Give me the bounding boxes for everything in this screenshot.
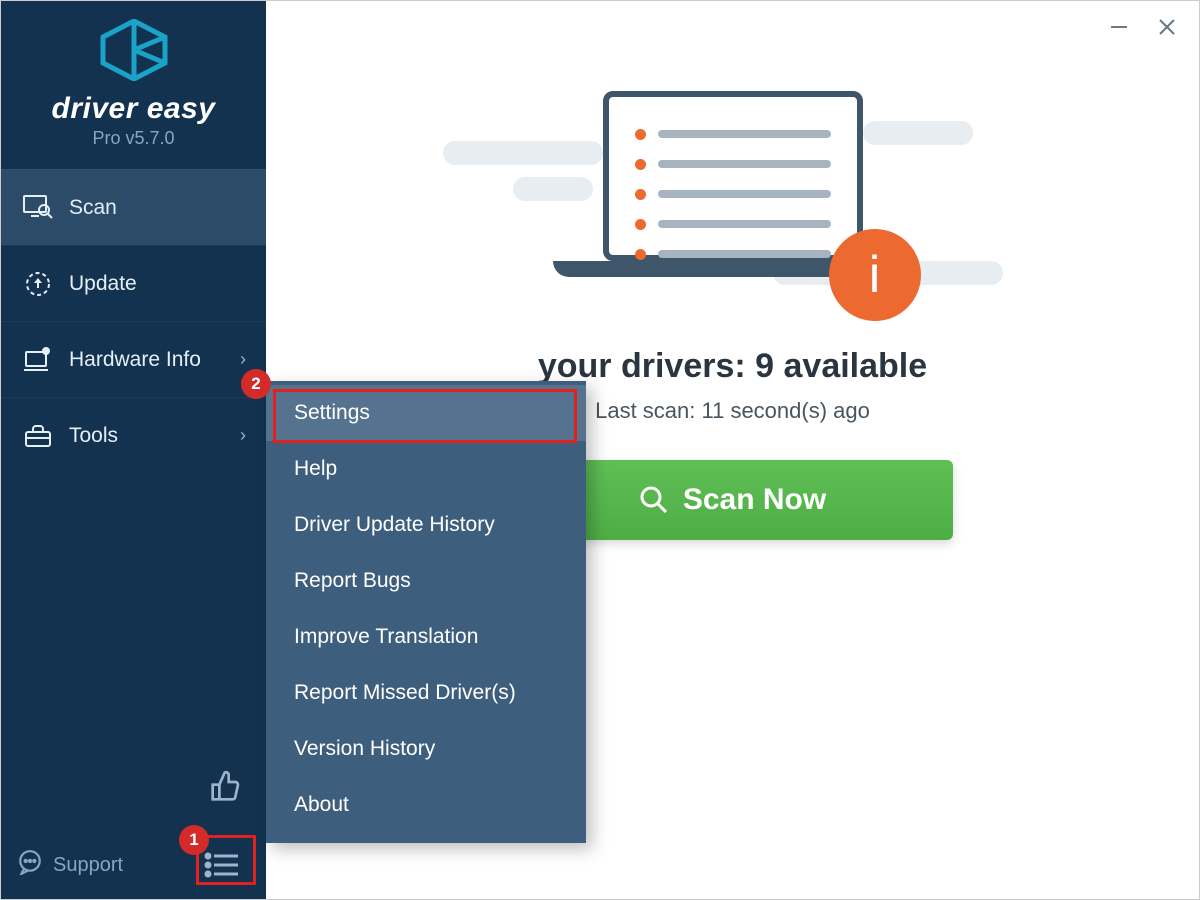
support-link[interactable]: Support <box>17 849 123 881</box>
chat-icon <box>17 849 43 881</box>
chevron-right-icon: › <box>240 425 246 446</box>
brand-name: driver easy <box>1 92 266 126</box>
chevron-right-icon: › <box>240 349 246 370</box>
menu-item-about[interactable]: About <box>266 777 586 833</box>
app-window: driver easy Pro v5.7.0 Scan <box>0 0 1200 900</box>
support-label: Support <box>53 854 123 877</box>
menu-item-version-history[interactable]: Version History <box>266 721 586 777</box>
sidebar-item-label: Hardware Info <box>69 348 201 372</box>
sidebar-item-scan[interactable]: Scan <box>1 169 266 245</box>
sidebar-item-label: Scan <box>69 196 117 220</box>
more-menu-popup: Settings Help Driver Update History Repo… <box>266 381 586 843</box>
info-badge-icon: i <box>829 229 921 321</box>
sidebar-item-update[interactable]: Update <box>1 245 266 321</box>
hero-illustration: i <box>553 91 913 311</box>
hardware-info-icon: i <box>21 347 55 373</box>
window-controls <box>1109 17 1177 43</box>
menu-item-improve-translation[interactable]: Improve Translation <box>266 609 586 665</box>
sidebar-item-hardware[interactable]: i Hardware Info › <box>1 321 266 397</box>
nav: Scan Update i <box>1 169 266 473</box>
sidebar-item-label: Tools <box>69 424 118 448</box>
gear-update-icon <box>21 270 55 298</box>
scan-now-label: Scan Now <box>683 483 826 517</box>
search-icon <box>639 485 669 515</box>
annotation-marker-1: 1 <box>179 825 209 855</box>
menu-item-settings[interactable]: Settings <box>266 385 586 441</box>
menu-item-report-missed-drivers[interactable]: Report Missed Driver(s) <box>266 665 586 721</box>
sidebar: driver easy Pro v5.7.0 Scan <box>1 1 266 899</box>
close-button[interactable] <box>1157 17 1177 43</box>
menu-item-report-bugs[interactable]: Report Bugs <box>266 553 586 609</box>
svg-text:i: i <box>45 350 46 356</box>
sidebar-item-tools[interactable]: Tools › <box>1 397 266 473</box>
annotation-marker-2: 2 <box>241 369 271 399</box>
menu-item-help[interactable]: Help <box>266 441 586 497</box>
app-logo-icon <box>99 19 169 86</box>
toolbox-icon <box>21 424 55 448</box>
sidebar-item-label: Update <box>69 272 137 296</box>
thumbs-up-icon[interactable] <box>210 770 242 807</box>
monitor-search-icon <box>21 195 55 221</box>
brand-version: Pro v5.7.0 <box>1 128 266 149</box>
menu-item-driver-update-history[interactable]: Driver Update History <box>266 497 586 553</box>
minimize-button[interactable] <box>1109 17 1129 43</box>
brand-block: driver easy Pro v5.7.0 <box>1 1 266 159</box>
